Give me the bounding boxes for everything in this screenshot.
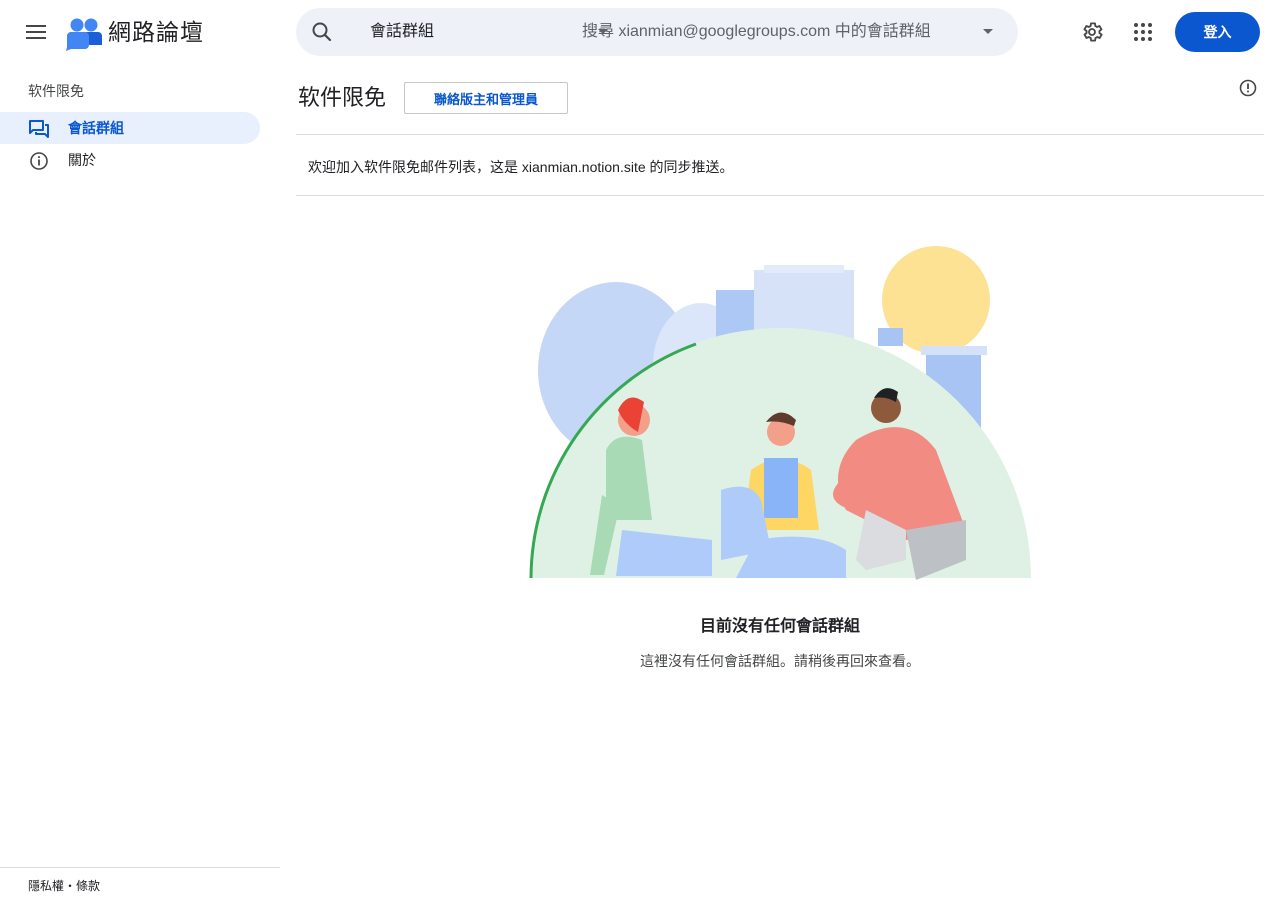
search-scope-label: 會話群組 [370, 23, 435, 40]
search-bar: 會話群組 [296, 8, 1018, 56]
sidebar: 软件限免 會話群組 關於 隱私權・條款 [0, 64, 280, 900]
google-apps-button[interactable] [1127, 16, 1159, 48]
empty-state-illustration [529, 246, 1031, 580]
gear-icon [1083, 22, 1103, 42]
group-welcome-message: 欢迎加入软件限免邮件列表，这是 xianmian.notion.site 的同步… [308, 159, 734, 175]
main-content: 软件限免 聯絡版主和管理員 欢迎加入软件限免邮件列表，这是 xianmian.n… [296, 64, 1264, 900]
divider [296, 134, 1264, 135]
hamburger-menu-icon [26, 25, 46, 39]
main-menu-button[interactable] [20, 16, 52, 48]
empty-state-description: 這裡沒有任何會話群組。請稍後再回來查看。 [640, 653, 920, 669]
search-input[interactable] [582, 18, 962, 46]
page-title: 软件限免 [298, 85, 387, 110]
app-name[interactable]: 網路論壇 [108, 16, 204, 48]
privacy-terms-link[interactable]: 隱私權・條款 [28, 877, 100, 894]
conversations-icon [29, 120, 49, 138]
search-icon[interactable] [310, 20, 334, 44]
groups-logo-icon[interactable] [66, 17, 102, 51]
apps-grid-icon [1134, 23, 1152, 41]
search-scope-dropdown[interactable]: 會話群組 [356, 8, 608, 56]
search-options-chevron-icon[interactable] [983, 29, 993, 34]
empty-state-title: 目前沒有任何會話群組 [699, 618, 860, 635]
sign-in-button[interactable]: 登入 [1175, 12, 1260, 52]
sidebar-item-about[interactable]: 關於 [0, 144, 260, 176]
sidebar-item-conversations[interactable]: 會話群組 [0, 112, 260, 144]
report-info-icon[interactable] [1238, 78, 1258, 98]
sidebar-item-label: 會話群組 [68, 120, 124, 136]
divider [296, 195, 1264, 196]
sidebar-item-label: 關於 [68, 152, 96, 168]
top-app-bar: 網路論壇 會話群組 登入 [0, 0, 1280, 64]
sidebar-footer: 隱私權・條款 [0, 867, 280, 900]
settings-button[interactable] [1076, 16, 1108, 48]
info-icon [30, 152, 48, 170]
contact-owners-button[interactable]: 聯絡版主和管理員 [404, 82, 568, 114]
sidebar-group-title[interactable]: 软件限免 [28, 81, 84, 101]
